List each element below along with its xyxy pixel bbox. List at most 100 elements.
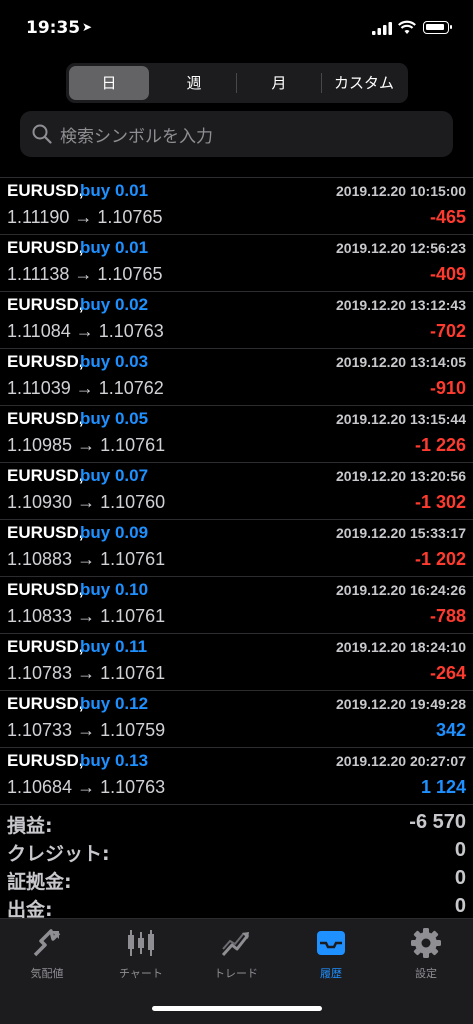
tab-history[interactable]: 履歴	[284, 919, 378, 989]
segment-custom[interactable]: カスタム	[322, 66, 406, 100]
segment-month[interactable]: 月	[237, 66, 321, 100]
tab-settings[interactable]: 設定	[379, 919, 473, 989]
trade-profit: -264	[429, 663, 466, 683]
trade-symbol: EURUSD,	[7, 580, 84, 599]
trade-profit: -1 226	[414, 435, 466, 455]
quotes-icon	[33, 929, 61, 957]
trade-symbol: EURUSD,	[7, 751, 84, 770]
trade-symbol: EURUSD,	[7, 238, 84, 257]
history-inbox-icon	[317, 931, 345, 955]
search-placeholder: 検索シンボルを入力	[60, 127, 213, 147]
trade-symbol: EURUSD,	[7, 466, 84, 485]
tab-history-label: 履歴	[320, 967, 342, 980]
tab-quotes[interactable]: 気配値	[0, 919, 94, 989]
status-bar: 19:35 ➤	[0, 0, 473, 58]
summary-label: 損益:	[7, 815, 53, 837]
trade-prices: 1.10684 → 1.10763	[7, 777, 166, 797]
trade-datetime: 2019.12.20 15:33:17	[336, 525, 466, 541]
trade-datetime: 2019.12.20 13:12:43	[336, 297, 466, 313]
trade-prices: 1.10783 → 1.10761	[7, 663, 166, 683]
trade-symbol: EURUSD,	[7, 694, 84, 713]
trade-type: buy 0.10	[80, 580, 149, 599]
trade-type: buy 0.02	[80, 295, 149, 314]
trade-row[interactable]: EURUSD, buy 0.12 2019.12.20 19:49:28 1.1073…	[0, 690, 473, 747]
trade-datetime: 2019.12.20 13:20:56	[336, 468, 466, 484]
trade-datetime: 2019.12.20 16:24:26	[336, 582, 466, 598]
location-arrow-icon: ➤	[82, 20, 93, 34]
segment-day[interactable]: 日	[69, 66, 149, 100]
trade-type: buy 0.13	[80, 751, 149, 770]
trade-profit: -1 302	[414, 492, 466, 512]
tab-settings-label: 設定	[415, 967, 437, 980]
trade-row[interactable]: EURUSD, buy 0.01 2019.12.20 12:56:23 1.1113…	[0, 234, 473, 291]
trade-row[interactable]: EURUSD, buy 0.02 2019.12.20 13:12:43 1.1108…	[0, 291, 473, 348]
trade-row[interactable]: EURUSD, buy 0.03 2019.12.20 13:14:05 1.1103…	[0, 348, 473, 405]
trade-datetime: 2019.12.20 10:15:00	[336, 183, 466, 199]
trade-type: buy 0.01	[80, 238, 149, 257]
trade-type: buy 0.09	[80, 523, 149, 542]
trade-datetime: 2019.12.20 13:14:05	[336, 354, 466, 370]
trade-symbol: EURUSD,	[7, 637, 84, 656]
tab-trade[interactable]: トレード	[189, 919, 283, 989]
tab-quotes-label: 気配値	[30, 967, 64, 980]
summary-value: 0	[454, 867, 466, 889]
trade-type: buy 0.05	[80, 409, 149, 428]
trade-datetime: 2019.12.20 13:15:44	[336, 411, 466, 427]
trade-profit: -409	[429, 264, 466, 284]
trade-profit: -788	[429, 606, 466, 626]
summary-row: 損益: -6 570	[0, 811, 473, 839]
trade-prices: 1.10985 → 1.10761	[7, 435, 166, 455]
trade-datetime: 2019.12.20 12:56:23	[336, 240, 466, 256]
trade-profit: -465	[429, 207, 466, 227]
trade-row[interactable]: EURUSD, buy 0.09 2019.12.20 15:33:17 1.1088…	[0, 519, 473, 576]
candlestick-chart-icon	[128, 930, 154, 956]
trade-row[interactable]: EURUSD, buy 0.05 2019.12.20 13:15:44 1.1098…	[0, 405, 473, 462]
trade-prices: 1.10733 → 1.10759	[7, 720, 166, 740]
trade-type: buy 0.11	[80, 637, 148, 656]
trade-profit: 1 124	[420, 777, 466, 797]
period-segmented-control: 日 週 月 カスタム	[66, 63, 408, 103]
trade-prices: 1.11039 → 1.10762	[7, 378, 164, 398]
trade-prices: 1.10833 → 1.10761	[7, 606, 166, 626]
cellular-signal-icon	[372, 22, 392, 35]
wifi-icon	[398, 20, 416, 34]
trade-profit: -910	[429, 378, 466, 398]
trade-prices: 1.11084 → 1.10763	[7, 321, 164, 341]
trade-symbol: EURUSD,	[7, 523, 84, 542]
trade-row[interactable]: EURUSD, buy 0.13 2019.12.20 20:27:07 1.1068…	[0, 747, 473, 804]
tab-chart[interactable]: チャート	[94, 919, 188, 989]
trade-symbol: EURUSD,	[7, 181, 84, 200]
trade-type: buy 0.07	[80, 466, 149, 485]
summary-row: 証拠金: 0	[0, 867, 473, 895]
battery-icon	[423, 21, 452, 34]
summary-row: クレジット: 0	[0, 839, 473, 867]
gear-icon	[411, 928, 441, 958]
trade-datetime: 2019.12.20 20:27:07	[336, 753, 466, 769]
trade-prices: 1.11190 → 1.10765	[7, 207, 163, 227]
trade-datetime: 2019.12.20 19:49:28	[336, 696, 466, 712]
segment-week[interactable]: 週	[152, 66, 236, 100]
tab-trade-label: トレード	[214, 967, 258, 980]
trade-row[interactable]: EURUSD, buy 0.07 2019.12.20 13:20:56 1.1093…	[0, 462, 473, 519]
search-icon	[32, 124, 52, 144]
trade-row[interactable]: EURUSD, buy 0.10 2019.12.20 16:24:26 1.1083…	[0, 576, 473, 633]
trade-row[interactable]: EURUSD, buy 0.01 2019.12.20 10:15:00 1.1119…	[0, 177, 473, 234]
summary-value: 0	[454, 895, 466, 917]
home-indicator	[152, 1006, 322, 1011]
trade-prices: 1.11138 → 1.10765	[7, 264, 163, 284]
tab-chart-label: チャート	[119, 967, 163, 980]
summary-value: 0	[454, 839, 466, 861]
trade-type: buy 0.12	[80, 694, 149, 713]
summary-label: クレジット:	[7, 843, 110, 865]
trade-type: buy 0.01	[80, 181, 149, 200]
list-divider	[0, 804, 473, 805]
summary-value: -6 570	[409, 811, 466, 833]
trade-symbol: EURUSD,	[7, 409, 84, 428]
summary-label: 証拠金:	[7, 871, 72, 893]
trade-prices: 1.10930 → 1.10760	[7, 492, 166, 512]
trade-type: buy 0.03	[80, 352, 149, 371]
trade-row[interactable]: EURUSD, buy 0.11 2019.12.20 18:24:10 1.1078…	[0, 633, 473, 690]
trade-profit: -702	[429, 321, 466, 341]
symbol-search-field[interactable]: 検索シンボルを入力	[20, 111, 453, 157]
trade-profit: 342	[435, 720, 466, 740]
